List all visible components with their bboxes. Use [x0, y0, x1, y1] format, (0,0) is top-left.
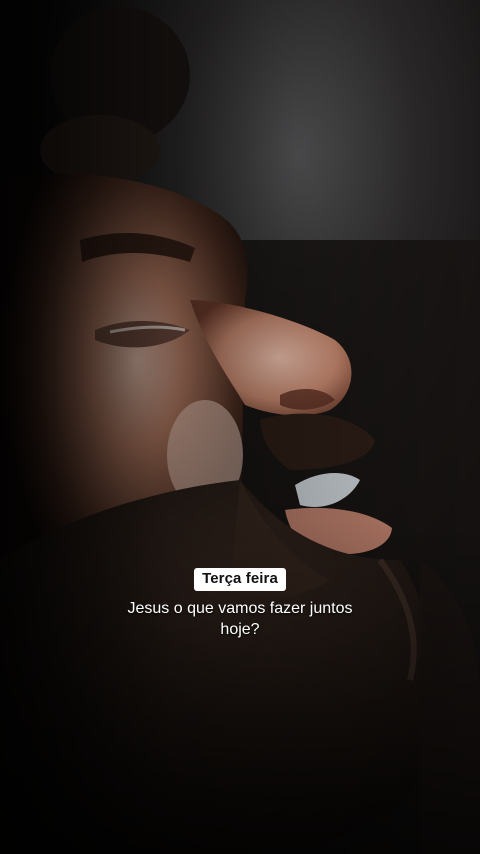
caption-text: Jesus o que vamos fazer juntos hoje? [127, 600, 353, 638]
caption-overlay: Terça feira Jesus o que vamos fazer junt… [0, 568, 480, 640]
day-tag-label: Terça feira [194, 568, 286, 591]
video-frame[interactable]: Terça feira Jesus o que vamos fazer junt… [0, 0, 480, 854]
video-still-image [0, 0, 480, 854]
